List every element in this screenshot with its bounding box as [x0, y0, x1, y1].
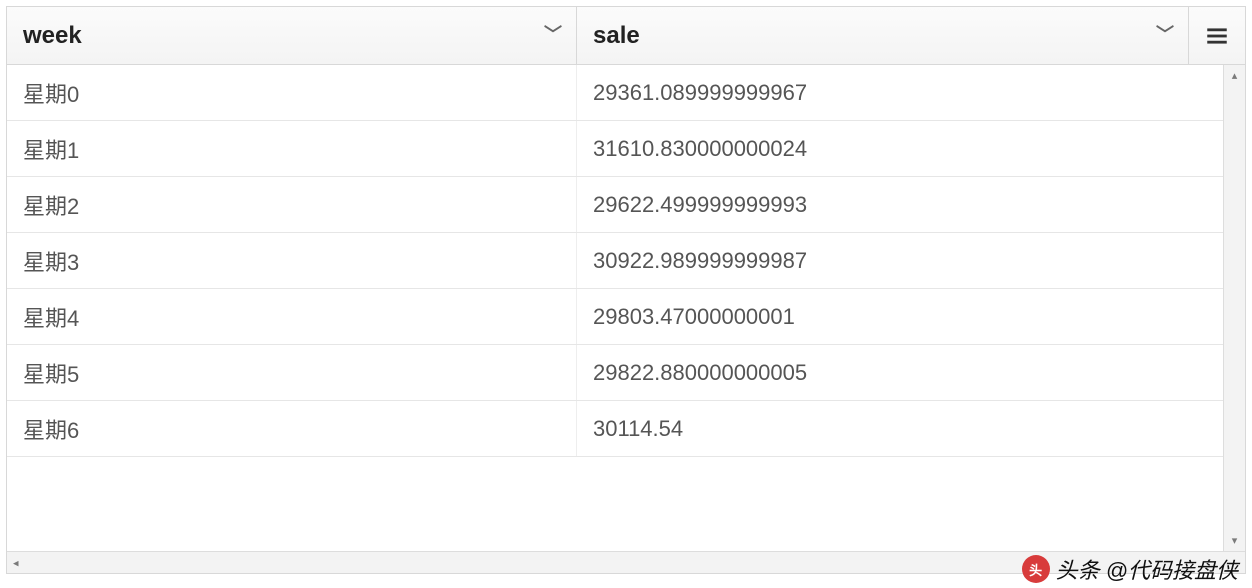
scroll-down-icon[interactable]: ▾ [1232, 534, 1238, 547]
table-row[interactable]: 星期330922.989999999987 [7, 233, 1223, 289]
cell-sale: 30922.989999999987 [577, 233, 1223, 288]
cell-sale: 31610.830000000024 [577, 121, 1223, 176]
cell-week: 星期1 [7, 121, 577, 176]
chevron-down-icon[interactable]: ﹀ [544, 20, 562, 46]
column-header-label: sale [593, 22, 640, 50]
horizontal-scrollbar[interactable]: ◂ [7, 551, 1245, 573]
cell-week: 星期3 [7, 233, 577, 288]
table-row[interactable]: 星期229622.499999999993 [7, 177, 1223, 233]
vertical-scrollbar[interactable]: ▴ ▾ [1223, 65, 1245, 551]
cell-week: 星期5 [7, 345, 577, 400]
cell-sale: 29361.089999999967 [577, 65, 1223, 120]
cell-week: 星期6 [7, 401, 577, 456]
scroll-left-icon[interactable]: ◂ [13, 556, 19, 569]
cell-sale: 29622.499999999993 [577, 177, 1223, 232]
table-row[interactable]: 星期630114.54 [7, 401, 1223, 457]
data-grid: week ﹀ sale ﹀ 星期029361.089999999967星期131… [6, 6, 1246, 574]
scroll-up-icon[interactable]: ▴ [1232, 69, 1238, 82]
grid-body: 星期029361.089999999967星期131610.8300000000… [7, 65, 1245, 551]
hamburger-icon [1204, 23, 1230, 49]
column-header-sale[interactable]: sale ﹀ [577, 7, 1189, 64]
column-header-label: week [23, 22, 82, 50]
rows-container: 星期029361.089999999967星期131610.8300000000… [7, 65, 1223, 551]
table-row[interactable]: 星期029361.089999999967 [7, 65, 1223, 121]
column-header-week[interactable]: week ﹀ [7, 7, 577, 64]
cell-week: 星期4 [7, 289, 577, 344]
table-row[interactable]: 星期131610.830000000024 [7, 121, 1223, 177]
cell-sale: 29822.880000000005 [577, 345, 1223, 400]
table-row[interactable]: 星期429803.47000000001 [7, 289, 1223, 345]
grid-menu-button[interactable] [1189, 7, 1245, 64]
column-header-row: week ﹀ sale ﹀ [7, 7, 1245, 65]
chevron-down-icon[interactable]: ﹀ [1156, 20, 1174, 46]
table-row[interactable]: 星期529822.880000000005 [7, 345, 1223, 401]
cell-week: 星期2 [7, 177, 577, 232]
cell-week: 星期0 [7, 65, 577, 120]
cell-sale: 29803.47000000001 [577, 289, 1223, 344]
cell-sale: 30114.54 [577, 401, 1223, 456]
